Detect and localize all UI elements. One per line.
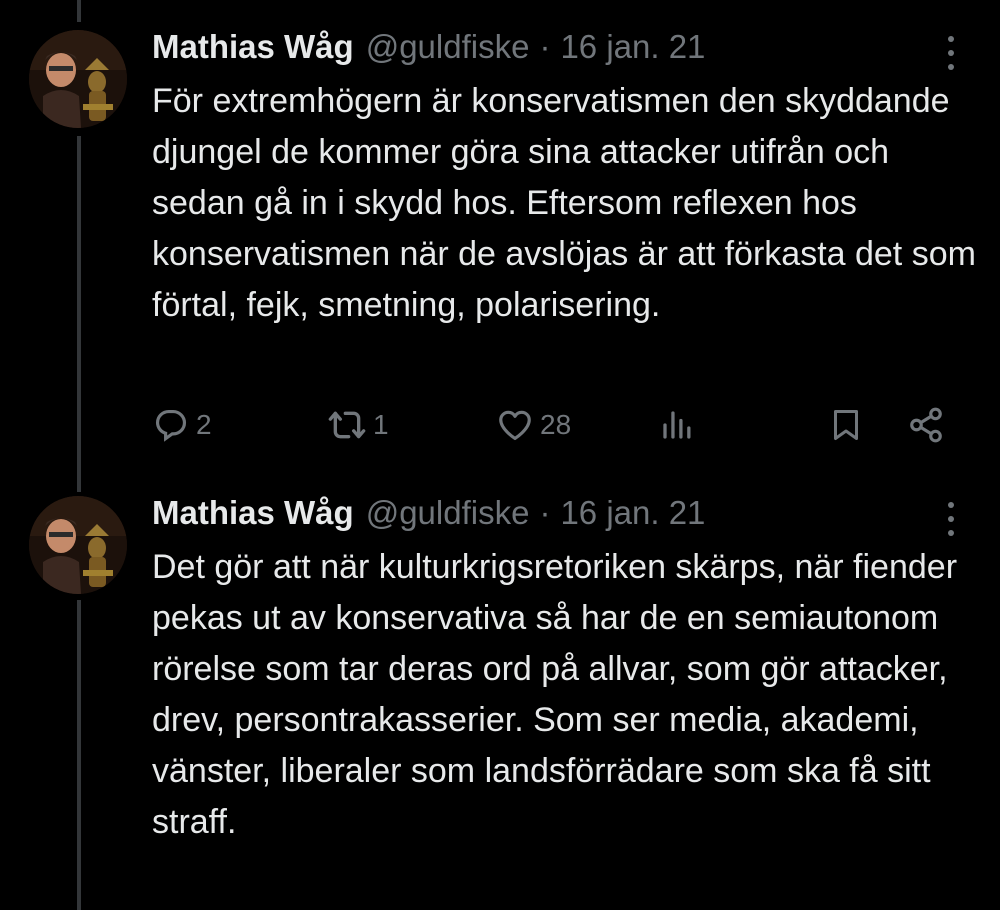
author-name[interactable]: Mathias Wåg [152,494,354,532]
share-button[interactable] [907,402,945,448]
author-name[interactable]: Mathias Wåg [152,28,354,66]
author-handle[interactable]: @guldfiske [366,494,530,532]
bookmark-icon [834,410,858,440]
retweet-button[interactable]: 1 [327,402,389,448]
more-vertical-icon[interactable] [940,36,962,70]
tweet-date[interactable]: 16 jan. 21 [560,28,705,66]
views-icon [663,411,691,439]
like-button[interactable]: 28 [496,402,571,448]
avatar[interactable] [29,496,127,594]
author-handle[interactable]: @guldfiske [366,28,530,66]
views-button[interactable] [659,402,695,448]
retweet-icon [328,411,366,439]
retweet-count: 1 [373,409,389,440]
more-vertical-icon[interactable] [940,502,962,536]
separator: · [539,494,551,531]
tweet-date[interactable]: 16 jan. 21 [560,494,705,532]
reply-button[interactable]: 2 [152,402,212,448]
reply-count: 2 [196,409,212,440]
share-icon [910,407,942,443]
tweet-text: För extremhögern är konservatismen den s… [152,82,976,324]
profile-photo-icon [29,30,127,128]
tweet-text: Det gör att när kulturkrigsretoriken skä… [152,548,958,841]
tweet[interactable]: Mathias Wåg @guldfiske · 16 jan. 21 För … [0,0,1000,470]
avatar[interactable] [29,30,127,128]
tweet-header: Mathias Wåg @guldfiske · 16 jan. 21 [152,494,705,534]
profile-photo-icon [29,496,127,594]
separator: · [539,28,551,65]
reply-icon [155,409,187,442]
tweet-header: Mathias Wåg @guldfiske · 16 jan. 21 [152,28,705,68]
tweet[interactable]: Mathias Wåg @guldfiske · 16 jan. 21 Det … [0,466,1000,910]
heart-icon [499,410,531,441]
tweet-actions: 2 1 28 [152,402,952,448]
bookmark-button[interactable] [828,402,864,448]
like-count: 28 [540,409,572,440]
